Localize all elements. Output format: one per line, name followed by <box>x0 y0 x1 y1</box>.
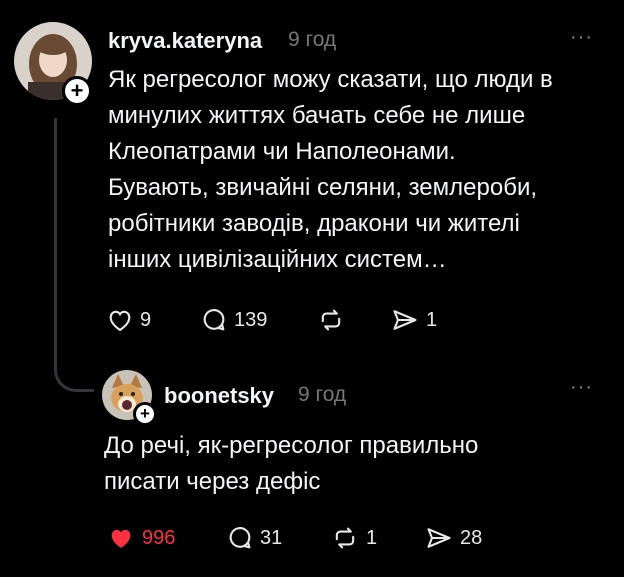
repost-count: 1 <box>366 526 378 549</box>
share-count: 1 <box>426 308 438 331</box>
share-button[interactable]: 28 <box>424 524 482 552</box>
comment-icon <box>203 309 225 331</box>
comment-count: 139 <box>234 308 268 331</box>
repost-icon <box>321 309 341 331</box>
repost-button[interactable]: 1 <box>330 524 377 552</box>
timestamp: 9 год <box>288 28 337 51</box>
comment-icon <box>229 527 251 549</box>
thread-connector <box>54 358 94 392</box>
repost-icon <box>335 527 355 549</box>
like-button[interactable]: 996 <box>106 524 175 552</box>
timestamp: 9 год <box>298 383 347 406</box>
post-text: Як регресолог можу сказати, що люди в ми… <box>108 66 553 273</box>
like-button[interactable]: 9 <box>106 306 151 334</box>
thread-line <box>54 118 57 364</box>
share-button[interactable]: 1 <box>390 306 437 334</box>
follow-button[interactable]: + <box>62 76 92 106</box>
heart-icon <box>109 310 131 332</box>
send-icon <box>393 310 417 330</box>
comment-count: 31 <box>260 526 283 549</box>
comment-button[interactable]: 31 <box>226 524 282 552</box>
comment-button[interactable]: 139 <box>200 306 267 334</box>
share-count: 28 <box>460 526 483 549</box>
heart-icon <box>111 529 131 548</box>
username[interactable]: boonetsky <box>164 383 274 409</box>
send-icon <box>427 528 451 548</box>
post-text: До речі, як-регресолог правильно писати … <box>104 432 479 495</box>
more-options-icon[interactable]: ··· <box>570 26 593 49</box>
repost-button[interactable] <box>316 306 352 334</box>
follow-button[interactable]: + <box>133 402 157 426</box>
more-options-icon[interactable]: ··· <box>570 376 593 399</box>
like-count: 996 <box>142 526 176 549</box>
username[interactable]: kryva.kateryna <box>108 28 262 54</box>
like-count: 9 <box>140 308 152 331</box>
